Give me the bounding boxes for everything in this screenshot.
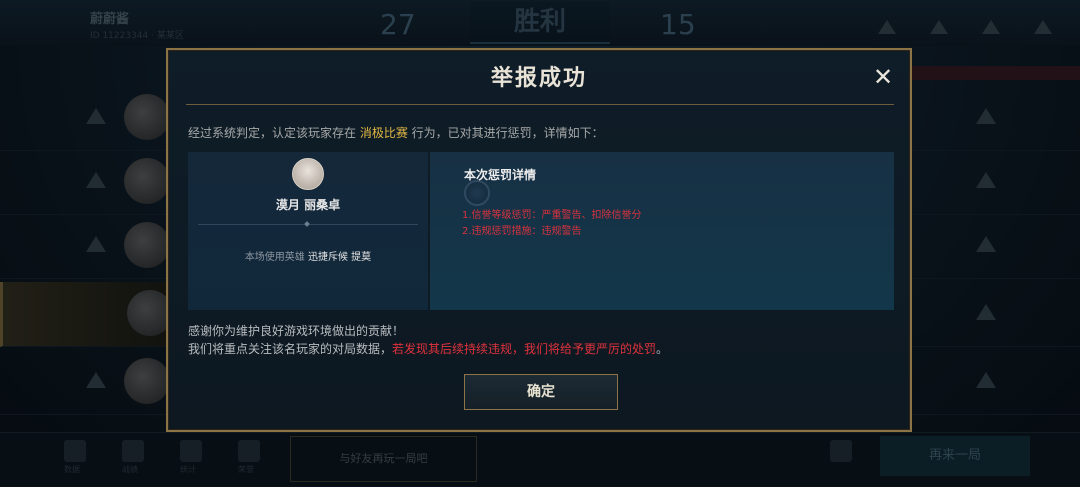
penalty-detail-title: 本次惩罚详情: [464, 168, 537, 182]
thanks-line-1: 感谢你为维护良好游戏环境做出的贡献！: [188, 324, 405, 338]
verdict-behavior: 消极比赛: [359, 126, 408, 140]
close-icon[interactable]: ✕: [870, 64, 896, 90]
thanks-line-2: 我们将重点关注该名玩家的对局数据，若发现其后续持续违规，我们将给予更严厉的处罚。: [188, 340, 668, 358]
penalty-item: 2.违规惩罚措施：违规警告: [462, 226, 582, 237]
hero-prefix: 本场使用英雄: [244, 252, 308, 263]
penalty-item: 1.信誉等级惩罚：严重警告、扣除信誉分: [462, 210, 642, 221]
player-avatar: [292, 158, 324, 190]
thanks-text: 感谢你为维护良好游戏环境做出的贡献！ 我们将重点关注该名玩家的对局数据，若发现其…: [188, 322, 668, 358]
title-divider: [186, 104, 894, 105]
verdict-prefix: 经过系统判定，认定该玩家存在: [188, 126, 360, 140]
dialog-title: 举报成功: [490, 66, 587, 91]
verdict-text: 经过系统判定，认定该玩家存在 消极比赛 行为，已对其进行惩罚，详情如下：: [188, 124, 604, 141]
reported-player-card: 漠月 丽桑卓 本场使用英雄 迅捷斥候 提莫: [188, 152, 428, 310]
hero-used-line: 本场使用英雄 迅捷斥候 提莫: [188, 248, 428, 263]
thanks-line-2-prefix: 我们将重点关注该名玩家的对局数据，: [188, 342, 393, 356]
loading-ring-icon: [464, 180, 490, 206]
divider-diamond-icon: [304, 221, 310, 227]
report-success-dialog: 举报成功 ✕ 经过系统判定，认定该玩家存在 消极比赛 行为，已对其进行惩罚，详情…: [166, 48, 912, 432]
penalty-detail-card: 本次惩罚详情 1.信誉等级惩罚：严重警告、扣除信誉分 2.违规惩罚措施：违规警告: [430, 152, 894, 310]
verdict-suffix: 行为，已对其进行惩罚，详情如下：: [407, 126, 604, 140]
confirm-button[interactable]: 确定: [464, 374, 618, 410]
hero-name: 迅捷斥候 提莫: [308, 252, 372, 263]
thanks-line-2-end: 。: [656, 342, 669, 356]
thanks-line-2-warning: 若发现其后续持续违规，我们将给予更严厉的处罚: [392, 342, 657, 356]
player-name: 漠月 丽桑卓: [275, 198, 341, 212]
